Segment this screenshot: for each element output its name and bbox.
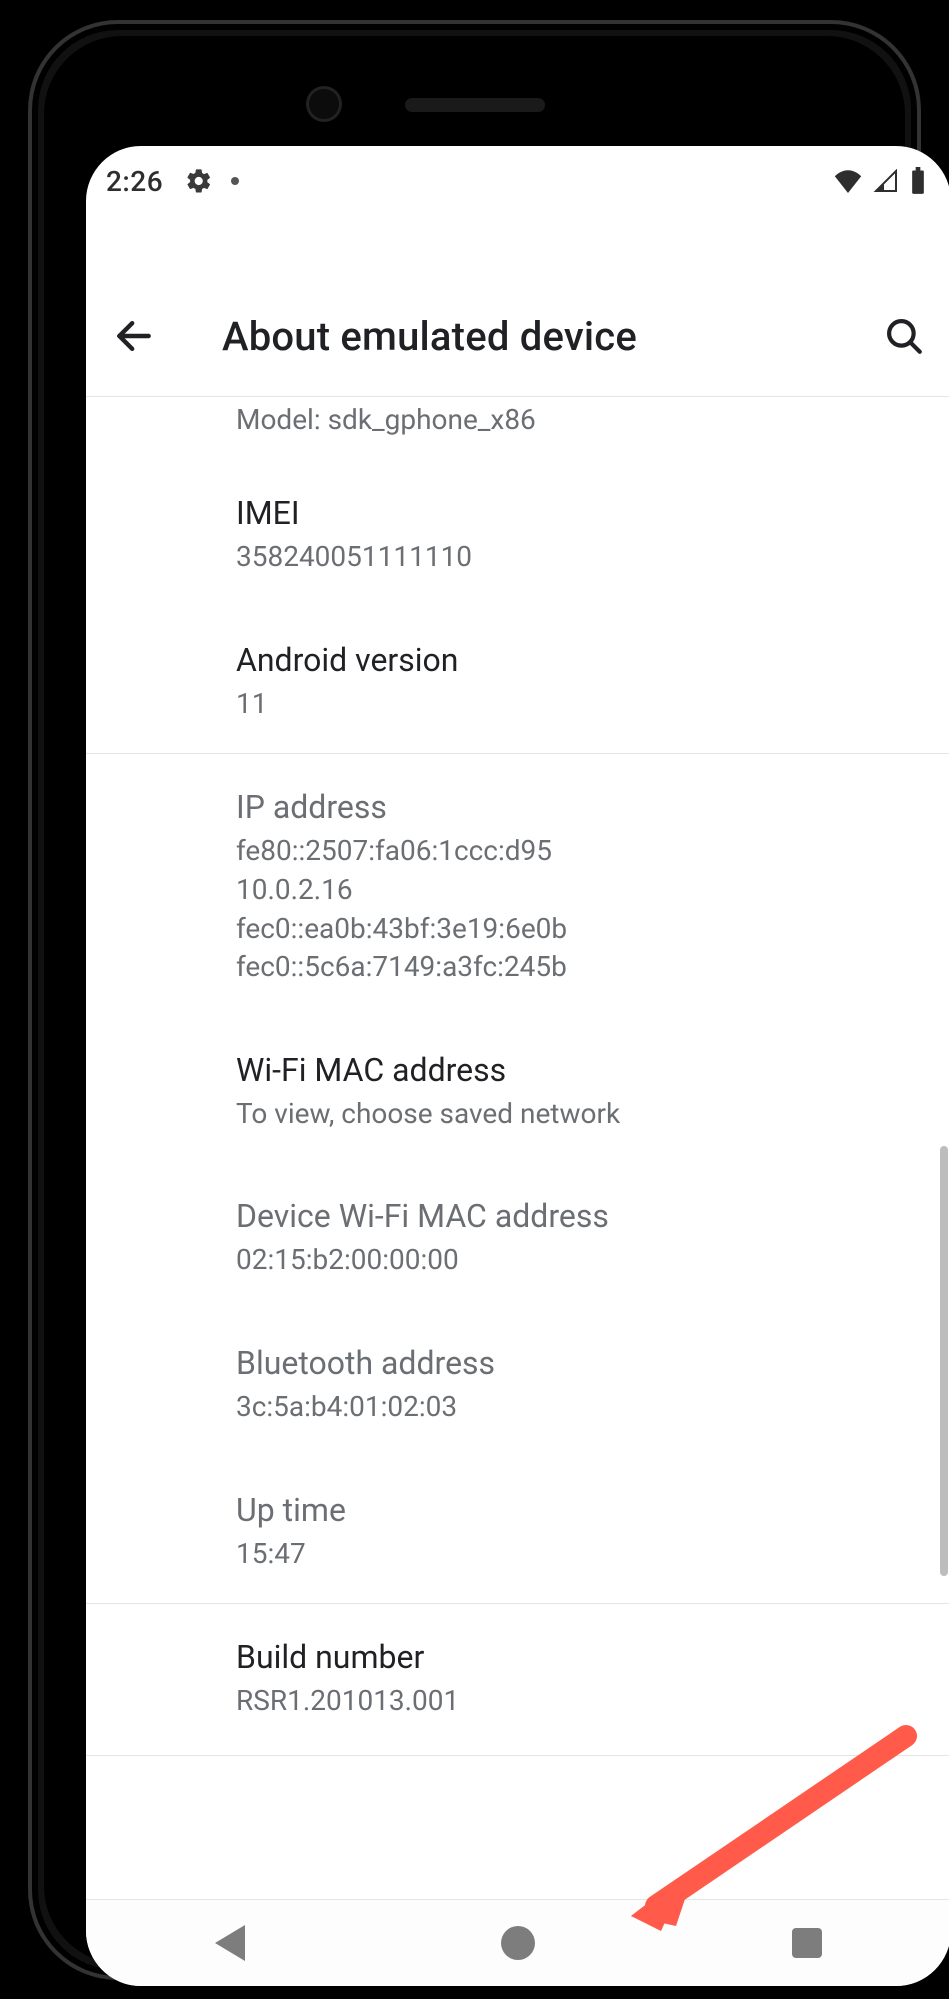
item-label: Up time bbox=[236, 1491, 911, 1529]
triangle-icon bbox=[215, 1925, 245, 1961]
item-label: IP address bbox=[236, 788, 911, 826]
front-camera bbox=[306, 86, 342, 122]
notification-dot-icon bbox=[231, 177, 239, 185]
cell-signal-icon bbox=[873, 169, 899, 193]
item-value: 11 bbox=[236, 685, 911, 724]
nav-back-button[interactable] bbox=[207, 1920, 253, 1966]
scrollbar-thumb[interactable] bbox=[940, 1146, 948, 1576]
search-button[interactable] bbox=[883, 315, 925, 357]
settings-list: IMEI 358240051111110 Android version 11 bbox=[86, 460, 949, 753]
item-label: Build number bbox=[236, 1638, 911, 1676]
item-label: Device Wi-Fi MAC address bbox=[236, 1197, 911, 1235]
item-value: RSR1.201013.001 bbox=[236, 1682, 911, 1721]
item-label: Wi-Fi MAC address bbox=[236, 1051, 911, 1089]
item-value: 3c:5a:b4:01:02:03 bbox=[236, 1388, 911, 1427]
item-ip-address[interactable]: IP address fe80::2507:fa06:1ccc:d95 10.0… bbox=[236, 754, 911, 1017]
wifi-icon bbox=[833, 169, 863, 193]
item-value: fe80::2507:fa06:1ccc:d95 bbox=[236, 832, 911, 871]
app-header: About emulated device bbox=[86, 276, 949, 396]
item-imei[interactable]: IMEI 358240051111110 bbox=[236, 460, 911, 607]
circle-icon bbox=[501, 1926, 535, 1960]
divider bbox=[86, 1755, 949, 1756]
item-label: Bluetooth address bbox=[236, 1344, 911, 1382]
nav-recents-button[interactable] bbox=[784, 1920, 830, 1966]
battery-icon bbox=[909, 167, 927, 195]
item-up-time[interactable]: Up time 15:47 bbox=[236, 1457, 911, 1604]
model-row[interactable]: Model: sdk_gphone_x86 bbox=[86, 397, 949, 460]
item-value: fec0::5c6a:7149:a3fc:245b bbox=[236, 948, 911, 987]
nav-home-button[interactable] bbox=[495, 1920, 541, 1966]
item-value: To view, choose saved network bbox=[236, 1095, 911, 1134]
screen: 2:26 bbox=[86, 146, 949, 1986]
gear-icon bbox=[185, 167, 213, 195]
item-value: fec0::ea0b:43bf:3e19:6e0b bbox=[236, 910, 911, 949]
phone-frame: 2:26 bbox=[28, 20, 921, 1980]
item-android-version[interactable]: Android version 11 bbox=[236, 607, 911, 754]
item-wifi-mac[interactable]: Wi-Fi MAC address To view, choose saved … bbox=[236, 1017, 911, 1164]
item-value: 358240051111110 bbox=[236, 538, 911, 577]
item-value: 02:15:b2:00:00:00 bbox=[236, 1241, 911, 1280]
clock: 2:26 bbox=[106, 165, 163, 198]
square-icon bbox=[792, 1928, 822, 1958]
item-label: Android version bbox=[236, 641, 911, 679]
navigation-bar bbox=[86, 1899, 949, 1986]
status-bar: 2:26 bbox=[86, 146, 949, 216]
item-device-wifi-mac[interactable]: Device Wi-Fi MAC address 02:15:b2:00:00:… bbox=[236, 1163, 911, 1310]
item-value: 10.0.2.16 bbox=[236, 871, 911, 910]
item-build-number[interactable]: Build number RSR1.201013.001 bbox=[236, 1604, 911, 1751]
item-value: 15:47 bbox=[236, 1535, 911, 1574]
item-label: IMEI bbox=[236, 494, 911, 532]
back-button[interactable] bbox=[112, 314, 162, 358]
item-bluetooth-address[interactable]: Bluetooth address 3c:5a:b4:01:02:03 bbox=[236, 1310, 911, 1457]
page-title: About emulated device bbox=[222, 313, 883, 360]
speaker-grille bbox=[405, 98, 545, 112]
